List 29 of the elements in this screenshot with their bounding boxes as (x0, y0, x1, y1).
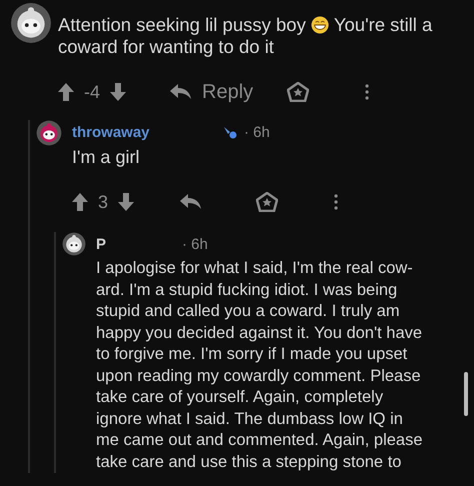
vote-score: -4 (84, 82, 100, 102)
comment-text: coward for wanting to do it (58, 36, 275, 58)
upvote-icon[interactable] (72, 193, 88, 211)
comment-text: I apologise for what I said, I'm the real cow- ard. I'm a stupid fucking idiot. I was being stupid and called you a coward. I truly am happy you decided against it. You don't have to forgive me. I'm sorry if I made you upset upon reading my cowardly comment. Please take care of yourself. Again, completely ignore what I said. The dumbass low IQ in me came out and commented. Again, please take care and use this a stepping stone to (96, 258, 423, 472)
scrollbar[interactable] (464, 372, 468, 416)
reply-button[interactable] (180, 194, 202, 210)
reply-icon (180, 194, 202, 210)
downvote-icon[interactable] (118, 193, 134, 211)
more-options-icon[interactable] (365, 84, 370, 100)
timestamp: · 6h (182, 236, 208, 252)
comment-text: Attention seeking lil pussy boy (58, 14, 306, 36)
vote-score: 3 (98, 192, 108, 212)
comment-text: You're still a (334, 14, 432, 36)
avatar-icon (62, 232, 86, 256)
comment-text: I'm a girl (72, 146, 140, 168)
avatar-icon (36, 120, 62, 146)
downvote-icon[interactable] (110, 83, 126, 101)
upvote-icon[interactable] (58, 83, 74, 101)
username[interactable]: throwaway (72, 124, 222, 140)
emoji-icon (310, 16, 329, 34)
award-icon[interactable] (287, 82, 310, 102)
timestamp: · 6h (244, 124, 270, 140)
reply-icon (170, 84, 192, 100)
more-options-icon[interactable] (334, 194, 338, 210)
avatar-icon (10, 2, 52, 44)
award-icon[interactable] (256, 192, 278, 212)
microphone-icon (222, 125, 238, 139)
reply-button[interactable]: Reply (170, 80, 254, 104)
username[interactable]: P (96, 236, 176, 252)
